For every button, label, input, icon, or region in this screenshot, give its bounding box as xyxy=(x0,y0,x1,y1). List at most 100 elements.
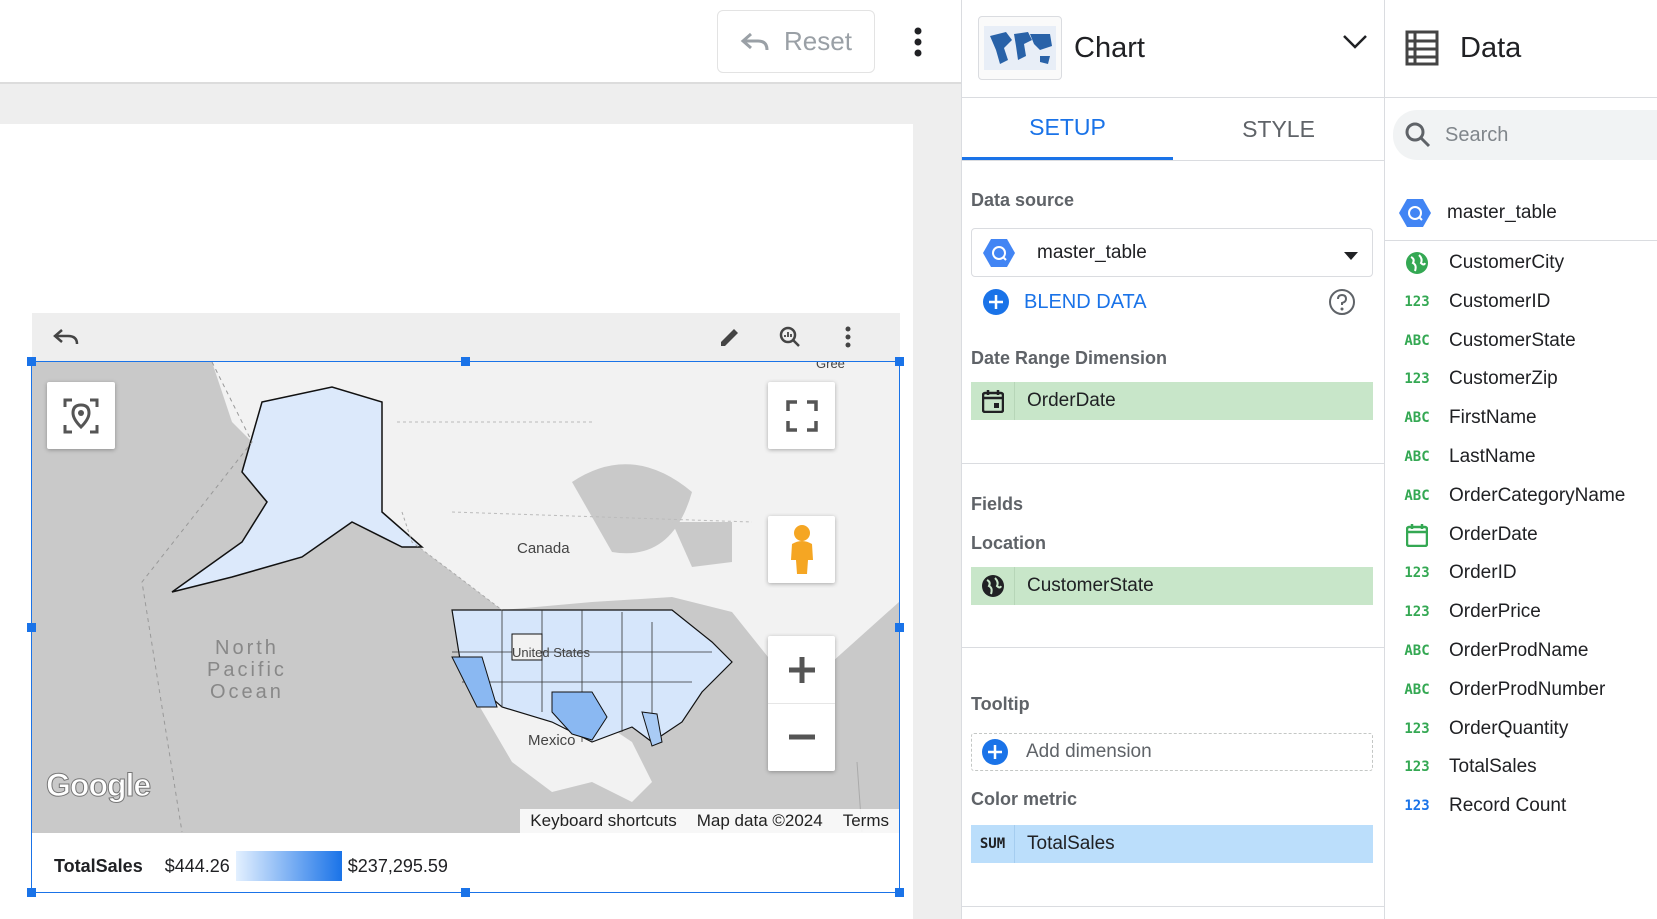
blend-data-button[interactable]: BLEND DATA xyxy=(982,288,1147,316)
text-type-icon: ABC xyxy=(1404,410,1430,427)
field-name: CustomerID xyxy=(1449,290,1551,312)
data-source-select[interactable]: master_table xyxy=(971,228,1373,277)
undo-zoom-icon[interactable] xyxy=(50,321,82,353)
data-source-value: master_table xyxy=(1037,241,1147,263)
calendar-icon xyxy=(971,382,1015,420)
number-type-icon: 123 xyxy=(1404,293,1430,310)
field-item[interactable]: OrderDate xyxy=(1385,516,1657,554)
pencil-icon[interactable] xyxy=(714,321,746,353)
table-icon xyxy=(1405,30,1439,71)
blend-data-label: BLEND DATA xyxy=(1024,290,1147,313)
chart-toolbar xyxy=(32,313,900,361)
bigquery-icon xyxy=(1399,198,1431,227)
data-source-row[interactable]: master_table xyxy=(1385,185,1657,241)
data-source-label: Data source xyxy=(971,190,1075,210)
field-item[interactable]: CustomerCity xyxy=(1385,244,1657,282)
resize-handle[interactable] xyxy=(27,357,36,366)
field-name: OrderCategoryName xyxy=(1449,484,1626,506)
field-item[interactable]: ABC FirstName xyxy=(1385,399,1657,437)
field-item[interactable]: 123 CustomerID xyxy=(1385,283,1657,321)
field-item[interactable]: 123 OrderID xyxy=(1385,554,1657,592)
field-name: OrderProdNumber xyxy=(1449,678,1606,700)
panel-tabs: SETUP STYLE xyxy=(962,98,1384,161)
chart-type-thumbnail[interactable] xyxy=(978,16,1062,80)
field-item[interactable]: ABC OrderCategoryName xyxy=(1385,477,1657,515)
field-name: LastName xyxy=(1449,446,1536,467)
text-type-icon: ABC xyxy=(1404,449,1430,465)
location-label: Location xyxy=(971,533,1046,553)
globe-icon xyxy=(971,567,1015,605)
resize-handle[interactable] xyxy=(895,623,904,632)
help-icon[interactable] xyxy=(1328,288,1356,321)
field-item[interactable]: 123 OrderPrice xyxy=(1385,593,1657,631)
fields-label: Fields xyxy=(971,494,1024,514)
section-divider xyxy=(962,463,1385,464)
field-name: OrderQuantity xyxy=(1449,717,1569,739)
tab-setup[interactable]: SETUP xyxy=(962,98,1173,160)
resize-handle[interactable] xyxy=(461,357,470,366)
number-type-icon: 123 xyxy=(1404,565,1430,582)
chart-menu-icon[interactable] xyxy=(832,321,864,353)
field-name: Record Count xyxy=(1449,795,1567,817)
field-item[interactable]: 123 TotalSales xyxy=(1385,748,1657,786)
search-icon xyxy=(1405,122,1431,148)
date-range-label: Date Range Dimension xyxy=(971,348,1168,368)
tab-style[interactable]: STYLE xyxy=(1173,98,1384,160)
location-chip[interactable]: CustomerState xyxy=(971,567,1373,605)
text-type-icon: ABC xyxy=(1404,681,1430,698)
chart-properties-panel: Chart SETUP STYLE Data source master_tab… xyxy=(961,0,1385,919)
color-metric-label: Color metric xyxy=(971,789,1078,809)
field-name: OrderDate xyxy=(1449,523,1538,545)
field-item[interactable]: ABC CustomerState xyxy=(1385,322,1657,360)
field-item[interactable]: 123 OrderQuantity xyxy=(1385,710,1657,748)
color-metric-chip[interactable]: SUM TotalSales xyxy=(971,825,1373,863)
text-type-icon: ABC xyxy=(1404,643,1430,659)
field-name: CustomerCity xyxy=(1449,252,1565,273)
bigquery-icon xyxy=(981,235,1017,271)
field-item[interactable]: ABC LastName xyxy=(1385,438,1657,476)
field-item[interactable]: ABC OrderProdName xyxy=(1385,632,1657,670)
resize-handle[interactable] xyxy=(27,888,36,897)
field-name: FirstName xyxy=(1449,407,1537,429)
report-toolbar: Reset xyxy=(0,0,961,84)
location-value: CustomerState xyxy=(1027,575,1154,596)
field-name: OrderPrice xyxy=(1449,601,1541,623)
field-name: CustomerState xyxy=(1449,329,1576,351)
section-divider xyxy=(962,647,1385,648)
field-name: CustomerZip xyxy=(1449,368,1558,390)
field-item[interactable]: ABC OrderProdNumber xyxy=(1385,671,1657,709)
add-dimension-label: Add dimension xyxy=(1026,741,1152,762)
resize-handle[interactable] xyxy=(27,623,36,632)
resize-handle[interactable] xyxy=(461,888,470,897)
field-item[interactable]: 123 Record Count xyxy=(1385,787,1657,825)
chart-panel-header: Chart xyxy=(962,0,1384,98)
add-circle-icon xyxy=(982,739,1008,765)
number-type-icon: 123 xyxy=(1404,798,1430,815)
globe-icon xyxy=(1385,251,1449,275)
section-divider xyxy=(962,906,1385,907)
report-canvas: Reset Canada United States Mexico Gree N… xyxy=(0,0,961,919)
data-panel-title: Data xyxy=(1460,32,1522,64)
chart-selection-frame xyxy=(27,357,904,897)
chevron-down-icon[interactable] xyxy=(1342,34,1368,55)
field-search[interactable]: Search xyxy=(1393,110,1657,160)
chart-panel-title: Chart xyxy=(1074,32,1145,64)
field-name: OrderID xyxy=(1449,562,1517,584)
date-range-chip[interactable]: OrderDate xyxy=(971,382,1373,420)
field-name: OrderProdName xyxy=(1449,640,1589,661)
reset-button[interactable]: Reset xyxy=(717,10,875,73)
search-placeholder: Search xyxy=(1445,123,1509,146)
add-dimension-button[interactable]: Add dimension xyxy=(971,733,1373,771)
explore-icon[interactable] xyxy=(774,321,806,353)
data-panel-header: Data xyxy=(1385,0,1657,98)
text-type-icon: ABC xyxy=(1404,487,1430,504)
more-options-icon[interactable] xyxy=(900,24,936,60)
aggregation-badge[interactable]: SUM xyxy=(971,825,1015,863)
resize-handle[interactable] xyxy=(895,357,904,366)
field-item[interactable]: 123 CustomerZip xyxy=(1385,360,1657,398)
reset-label: Reset xyxy=(784,26,852,56)
undo-icon xyxy=(740,32,769,50)
number-type-icon: 123 xyxy=(1404,371,1430,388)
resize-handle[interactable] xyxy=(895,888,904,897)
dropdown-arrow-icon xyxy=(1344,248,1358,266)
